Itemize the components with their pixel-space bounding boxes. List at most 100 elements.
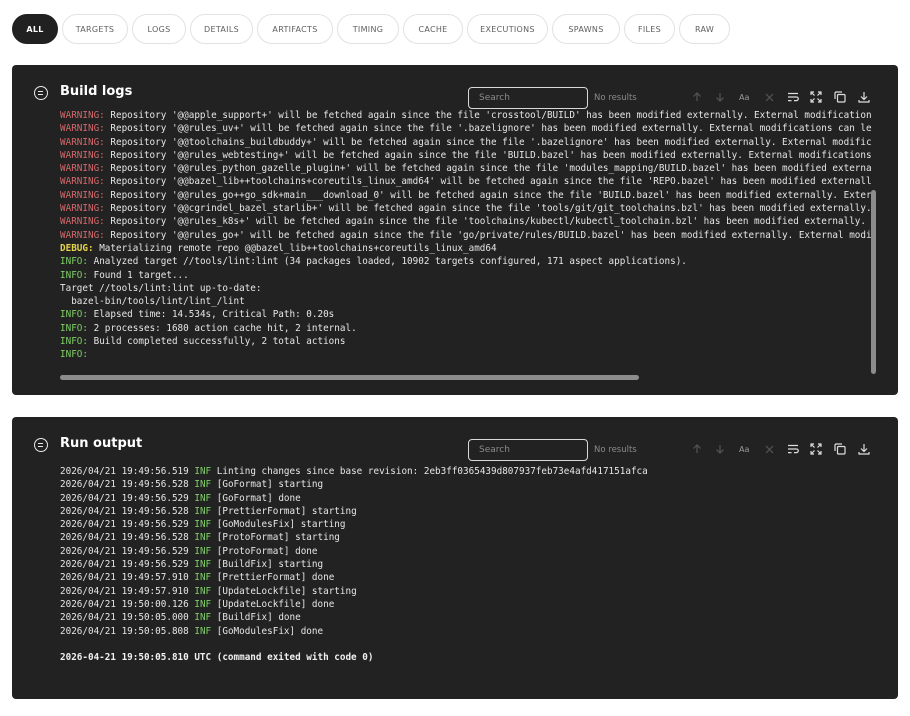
log-line: 2026/04/21 19:50:05.000 INF [BuildFix] d… <box>60 611 880 624</box>
log-message: [GoModulesFix] starting <box>211 519 346 531</box>
tab-targets[interactable]: TARGETS <box>62 14 128 44</box>
log-message: [PrettierFormat] done <box>211 572 335 584</box>
log-level: INFO: <box>60 322 88 334</box>
tab-spawns[interactable]: SPAWNS <box>552 14 620 44</box>
log-level: INF <box>194 598 212 610</box>
log-line: WARNING: Repository '@@apple_support+' w… <box>60 109 872 122</box>
log-message: [GoFormat] starting <box>211 479 324 491</box>
close-icon[interactable] <box>761 441 777 457</box>
log-level: INF <box>194 585 212 597</box>
tab-raw[interactable]: RAW <box>679 14 730 44</box>
build-logs-header: Build logs No results Aa <box>12 65 898 109</box>
download-icon[interactable] <box>856 89 872 105</box>
tab-executions[interactable]: EXECUTIONS <box>467 14 548 44</box>
log-level: INF <box>194 559 212 571</box>
log-level: WARNING: <box>60 176 105 188</box>
menu-icon <box>34 86 48 100</box>
fullscreen-icon[interactable] <box>808 441 824 457</box>
tab-logs[interactable]: LOGS <box>132 14 186 44</box>
log-line: 2026/04/21 19:49:57.910 INF [PrettierFor… <box>60 571 880 584</box>
log-message: Target //tools/lint:lint up-to-date: <box>60 282 262 294</box>
log-level: INFO: <box>60 349 88 357</box>
log-level: INF <box>194 532 212 544</box>
log-timestamp: 2026/04/21 19:49:56.529 <box>60 545 189 557</box>
log-level: INFO: <box>60 256 88 268</box>
log-message: [BuildFix] done <box>211 612 301 624</box>
log-timestamp: 2026/04/21 19:49:56.528 <box>60 505 189 517</box>
exit-status-line: 2026-04-21 19:50:05.810 UTC (command exi… <box>60 652 374 664</box>
log-line: WARNING: Repository '@@rules_k8s+' will … <box>60 215 872 228</box>
log-level: INFO: <box>60 309 88 321</box>
log-line: 2026/04/21 19:49:56.529 INF [GoModulesFi… <box>60 518 880 531</box>
build-logs-search-input[interactable] <box>468 87 588 109</box>
log-level: WARNING: <box>60 229 105 241</box>
build-log-output: WARNING: Repository '@@apple_support+' w… <box>60 109 872 357</box>
log-line: 2026/04/21 19:49:57.910 INF [UpdateLockf… <box>60 585 880 598</box>
log-message: Repository '@@rules_uv+' will be fetched… <box>110 123 872 135</box>
log-message: Elapsed time: 14.534s, Critical Path: 0.… <box>88 309 335 321</box>
tab-files[interactable]: FILES <box>624 14 675 44</box>
arrow-up-icon[interactable] <box>689 441 705 457</box>
log-line: 2026/04/21 19:49:56.529 INF [ProtoFormat… <box>60 545 880 558</box>
arrow-down-icon[interactable] <box>712 89 728 105</box>
log-level: INFO: <box>60 336 88 348</box>
tab-all[interactable]: ALL <box>12 14 58 44</box>
log-timestamp: 2026/04/21 19:49:56.529 <box>60 519 189 531</box>
build-logs-title: Build logs <box>60 84 133 99</box>
fullscreen-icon[interactable] <box>808 89 824 105</box>
log-timestamp: 2026/04/21 19:50:05.000 <box>60 612 189 624</box>
close-icon[interactable] <box>761 89 777 105</box>
tab-artifacts[interactable]: ARTIFACTS <box>257 14 333 44</box>
log-line: 2026/04/21 19:49:56.519 INF Linting chan… <box>60 465 880 478</box>
log-level: WARNING: <box>60 163 105 175</box>
log-level: WARNING: <box>60 189 105 201</box>
copy-icon[interactable] <box>832 89 848 105</box>
tab-cache[interactable]: CACHE <box>403 14 463 44</box>
match-case-icon[interactable]: Aa <box>737 441 753 457</box>
tab-details[interactable]: DETAILS <box>190 14 253 44</box>
log-message: [PrettierFormat] starting <box>211 505 357 517</box>
arrow-down-icon[interactable] <box>712 441 728 457</box>
run-output-search-input[interactable] <box>468 439 588 461</box>
log-line: WARNING: Repository '@@rules_python_gaze… <box>60 162 872 175</box>
log-level: INF <box>194 612 212 624</box>
log-message: Build completed successfully, 2 total ac… <box>88 336 346 348</box>
log-line: bazel-bin/tools/lint/lint_/lint <box>60 295 872 308</box>
log-level: WARNING: <box>60 216 105 228</box>
build-logs-no-results: No results <box>594 93 637 103</box>
log-timestamp: 2026/04/21 19:50:05.808 <box>60 625 189 637</box>
copy-icon[interactable] <box>832 441 848 457</box>
run-output-header: Run output No results Aa <box>12 417 898 461</box>
log-line: 2026/04/21 19:49:56.529 INF [GoFormat] d… <box>60 492 880 505</box>
log-message: [ProtoFormat] done <box>211 545 318 557</box>
log-level: INF <box>194 625 212 637</box>
arrow-up-icon[interactable] <box>689 89 705 105</box>
log-message: Repository '@@rules_k8s+' will be fetche… <box>110 216 872 228</box>
build-log-horizontal-scrollbar[interactable] <box>60 375 639 380</box>
tab-bar: ALL TARGETS LOGS DETAILS ARTIFACTS TIMIN… <box>12 14 734 44</box>
log-message: Repository '@@rules_webtesting+' will be… <box>110 149 872 161</box>
log-line: INFO: Found 1 target... <box>60 269 872 282</box>
log-level: INF <box>194 466 212 477</box>
log-message: [UpdateLockfile] done <box>211 598 335 610</box>
log-line: WARNING: Repository '@@rules_webtesting+… <box>60 149 872 162</box>
wrap-icon[interactable] <box>785 441 801 457</box>
log-message: Repository '@@bazel_lib++toolchains+core… <box>110 176 872 188</box>
download-icon[interactable] <box>856 441 872 457</box>
log-line: 2026/04/21 19:50:00.126 INF [UpdateLockf… <box>60 598 880 611</box>
build-log-vertical-scrollbar[interactable] <box>871 190 876 374</box>
wrap-icon[interactable] <box>785 89 801 105</box>
log-level: DEBUG: <box>60 242 94 254</box>
log-message: Linting changes since base revision: 2eb… <box>211 466 648 477</box>
log-level: WARNING: <box>60 203 105 215</box>
log-timestamp: 2026/04/21 19:49:56.529 <box>60 492 189 504</box>
log-line: INFO: Build completed successfully, 2 to… <box>60 335 872 348</box>
log-message: Repository '@@toolchains_buildbuddy+' wi… <box>110 136 872 148</box>
log-timestamp: 2026/04/21 19:49:56.519 <box>60 466 189 477</box>
log-line: WARNING: Repository '@@rules_uv+' will b… <box>60 122 872 135</box>
run-output-card: Run output No results Aa 2026/04/21 19:4… <box>12 417 898 699</box>
log-timestamp: 2026/04/21 19:49:57.910 <box>60 572 189 584</box>
match-case-icon[interactable]: Aa <box>737 89 753 105</box>
tab-timing[interactable]: TIMING <box>337 14 399 44</box>
build-logs-card: Build logs No results Aa WARNING: Reposi… <box>12 65 898 395</box>
